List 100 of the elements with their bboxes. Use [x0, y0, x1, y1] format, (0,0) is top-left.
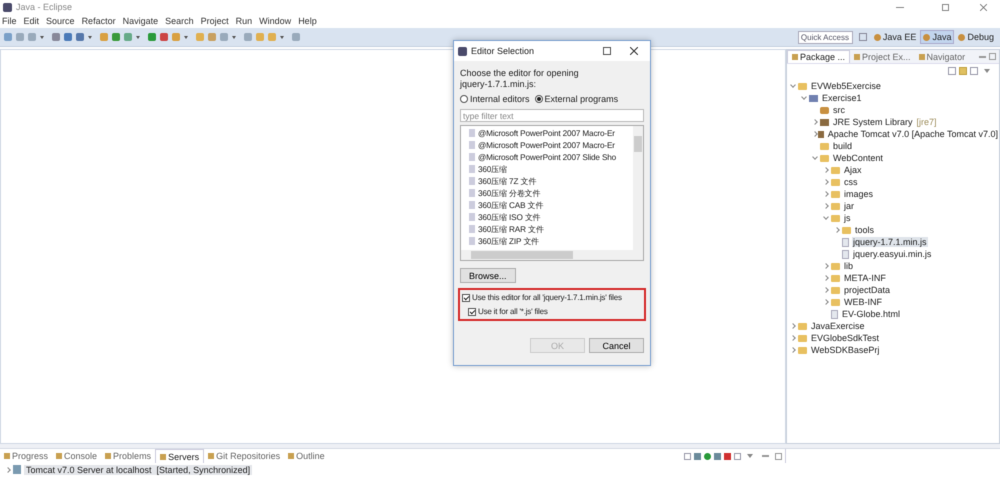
expanded-icon[interactable]: [822, 214, 830, 222]
view-tab[interactable]: Servers: [155, 449, 204, 463]
program-item[interactable]: @Microsoft PowerPoint 2007 Macro-Er: [478, 140, 615, 150]
caret-icon[interactable]: [232, 36, 236, 38]
program-item[interactable]: 360压缩 ISO 文件: [478, 212, 541, 222]
cancel-button[interactable]: Cancel: [589, 338, 644, 353]
view-icon: [160, 454, 166, 460]
program-item[interactable]: 360压缩: [478, 164, 507, 174]
package-icon: [820, 106, 829, 114]
quick-access-field[interactable]: Quick Access: [798, 30, 853, 44]
program-item[interactable]: 360压缩 分卷文件: [478, 188, 540, 198]
expanded-icon[interactable]: [789, 82, 797, 90]
program-item[interactable]: @Microsoft PowerPoint 2007 Macro-Er: [478, 128, 615, 138]
expanded-icon[interactable]: [811, 154, 819, 162]
caret-icon[interactable]: [280, 36, 284, 38]
view-menu-icon[interactable]: [984, 69, 990, 73]
server-item[interactable]: Tomcat v7.0 Server at localhost [Started, Synchronized]: [24, 464, 252, 474]
view-tab[interactable]: Navigator: [914, 50, 970, 63]
radio-option[interactable]: Internal editors: [460, 94, 530, 104]
tree-item[interactable]: WebSDKBasePrj: [810, 345, 880, 355]
tree-item[interactable]: Apache Tomcat v7.0 [Apache Tomcat v7.0]: [826, 129, 999, 139]
menu-item[interactable]: Help: [298, 16, 317, 26]
tree-item[interactable]: images: [843, 189, 874, 199]
tree-item[interactable]: jquery.easyui.min.js: [852, 249, 932, 259]
view-icon: [105, 453, 112, 459]
caret-icon[interactable]: [40, 36, 44, 38]
prompt-text: Choose the editor for opening jquery-1.7.1.min.js:: [460, 68, 580, 90]
close-icon[interactable]: [630, 47, 638, 55]
menu-item[interactable]: Window: [259, 16, 292, 26]
tree-item[interactable]: src: [832, 105, 846, 115]
menu-item[interactable]: Edit: [24, 16, 40, 26]
checkbox-option[interactable]: Use it for all '*.js' files: [462, 306, 548, 317]
tree-item[interactable]: lib: [843, 261, 854, 271]
minimize-icon[interactable]: [979, 56, 986, 58]
tree-item[interactable]: JRE System Library: [832, 117, 914, 127]
tree-item[interactable]: projectData: [843, 285, 892, 295]
tree-item[interactable]: EV-Globe.html: [841, 309, 902, 319]
perspective-button[interactable]: Java EE: [872, 30, 918, 44]
caret-icon[interactable]: [184, 36, 188, 38]
caret-icon[interactable]: [136, 36, 140, 38]
view-menu-icon[interactable]: [747, 454, 753, 458]
program-item[interactable]: 360压缩 RAR 文件: [478, 224, 544, 234]
radio-option[interactable]: External programs: [534, 94, 618, 104]
expanded-icon[interactable]: [800, 94, 808, 102]
view-icon: [208, 453, 214, 459]
tree-item[interactable]: JavaExercise: [810, 321, 866, 331]
program-item[interactable]: 360压缩 CAB 文件: [478, 200, 544, 210]
tree-item[interactable]: jquery-1.7.1.min.js: [852, 237, 928, 247]
program-item[interactable]: @Microsoft PowerPoint 2007 Slide Sho: [478, 152, 616, 162]
program-item[interactable]: 360压缩 7Z 文件: [478, 176, 536, 186]
menu-item[interactable]: Run: [236, 16, 252, 26]
caret-icon[interactable]: [88, 36, 92, 38]
tree-item[interactable]: EVWeb5Exercise: [810, 81, 882, 91]
tree-item[interactable]: tools: [854, 225, 876, 235]
scrollbar[interactable]: [633, 126, 643, 250]
stop-icon[interactable]: [724, 452, 731, 460]
tree-item[interactable]: css: [843, 177, 858, 187]
start-icon[interactable]: [704, 452, 711, 460]
menu-item[interactable]: Project: [200, 16, 229, 26]
filter-icon[interactable]: [970, 67, 978, 75]
program-item[interactable]: 360压缩 ZIP 文件: [478, 236, 539, 246]
tree-item[interactable]: Ajax: [843, 165, 863, 175]
view-icon: [792, 54, 798, 60]
view-tab[interactable]: Git Repositories: [204, 449, 284, 463]
tree-item[interactable]: build: [832, 141, 854, 151]
view-icon: [918, 54, 925, 60]
maximize-icon[interactable]: [603, 47, 611, 55]
perspective-icon: [958, 34, 966, 40]
menu-item[interactable]: Search: [165, 16, 194, 26]
perspective-button[interactable]: Debug: [956, 30, 996, 44]
tree-item[interactable]: WEB-INF: [843, 297, 883, 307]
filter-field[interactable]: type filter text: [460, 109, 644, 122]
view-tab[interactable]: Project Ex...: [850, 50, 915, 63]
view-tab[interactable]: Problems: [101, 449, 156, 463]
perspective-icon: [923, 34, 930, 40]
tree-item[interactable]: Exercise1: [821, 93, 863, 103]
open-perspective-icon[interactable]: [858, 33, 867, 41]
menu-item[interactable]: File: [2, 16, 17, 26]
view-icon: [288, 453, 294, 459]
view-tab[interactable]: Console: [52, 449, 102, 463]
tree-item[interactable]: jar: [843, 201, 856, 211]
perspective-button[interactable]: Java: [920, 30, 954, 44]
view-tab[interactable]: Outline: [284, 449, 329, 463]
minimize-icon[interactable]: [896, 6, 904, 8]
restore-icon[interactable]: [942, 4, 949, 10]
scrollbar[interactable]: [461, 250, 643, 260]
view-tab[interactable]: Package ...: [787, 50, 850, 63]
tree-item[interactable]: EVGlobeSdkTest: [810, 333, 880, 343]
browse-button[interactable]: Browse...: [460, 268, 516, 283]
menu-item[interactable]: Navigate: [122, 16, 158, 26]
module-icon: [809, 94, 818, 102]
menu-item[interactable]: Refactor: [82, 16, 116, 26]
tree-item[interactable]: WebContent: [832, 153, 884, 163]
checkbox-option[interactable]: Use this editor for all 'jquery-1.7.1.min.js' files: [462, 292, 622, 303]
tree-item[interactable]: js: [843, 213, 852, 223]
tree-item[interactable]: META-INF: [843, 273, 887, 283]
collapse-all-icon[interactable]: [948, 67, 956, 75]
view-tab[interactable]: Progress: [0, 449, 52, 463]
menu-item[interactable]: Source: [46, 16, 75, 26]
view-icon: [854, 54, 860, 60]
